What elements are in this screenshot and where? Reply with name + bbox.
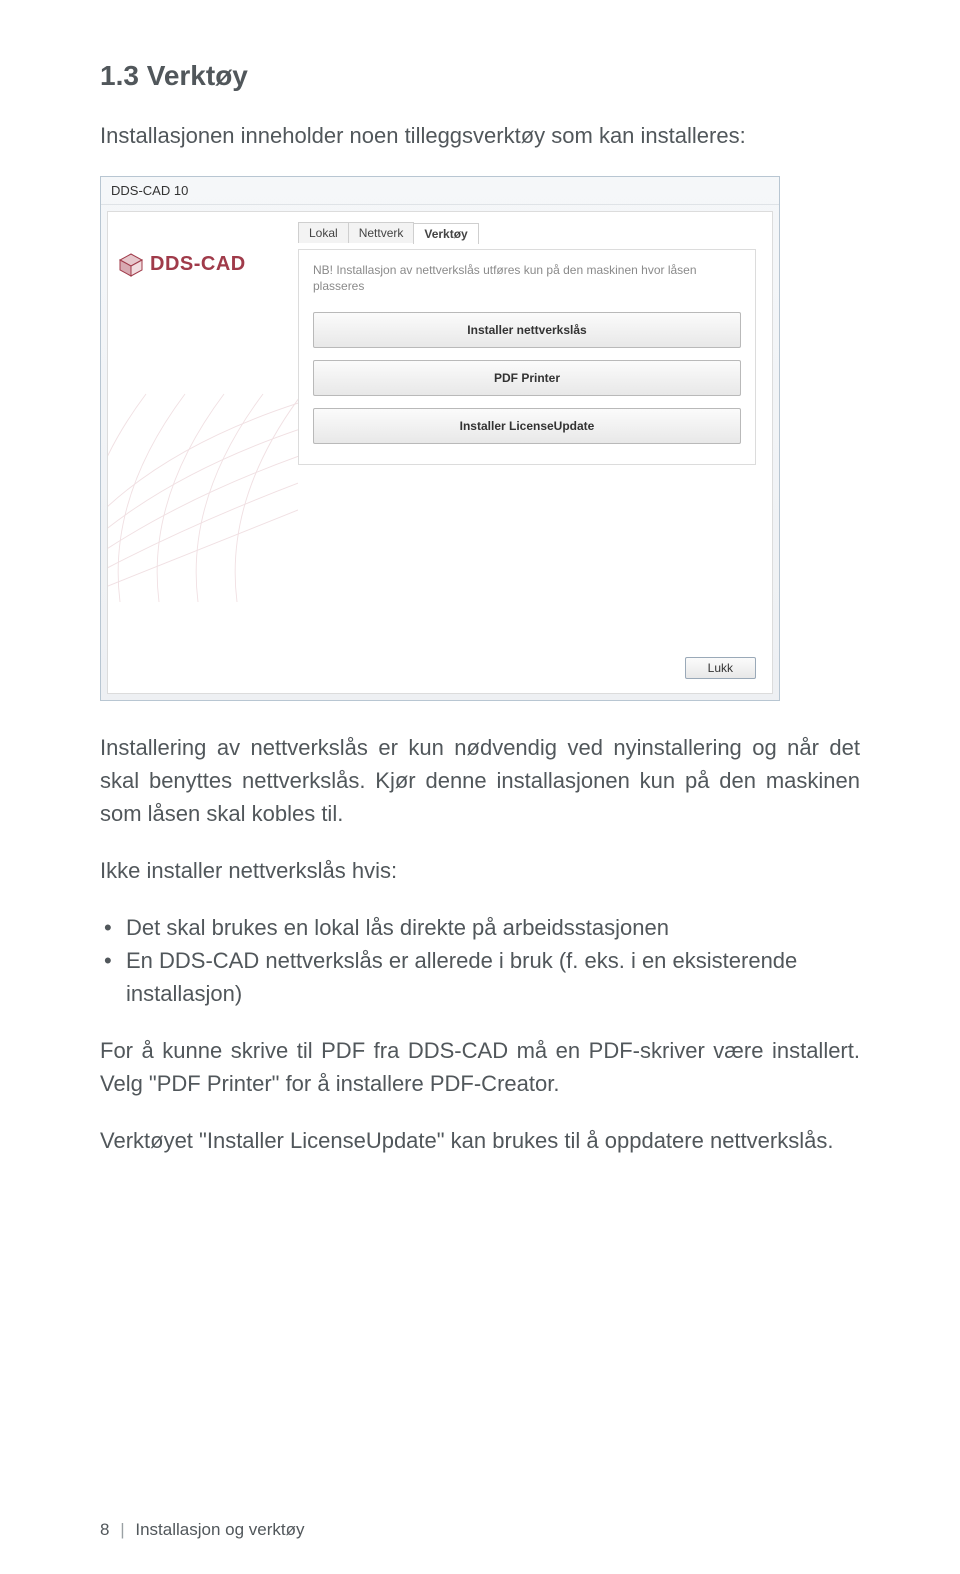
cube-icon (118, 252, 144, 278)
brand-logo: DDS-CAD (118, 252, 288, 278)
footer-title: Installasjon og verktøy (135, 1520, 304, 1539)
tab-nettverk[interactable]: Nettverk (348, 222, 415, 243)
page-number: 8 (100, 1520, 109, 1539)
close-button[interactable]: Lukk (685, 657, 756, 679)
page-footer: 8 | Installasjon og verktøy (100, 1520, 305, 1540)
intro-text: Installasjonen inneholder noen tilleggsv… (100, 120, 860, 152)
installer-dialog: DDS-CAD 10 DDS-CAD (100, 176, 780, 701)
list-item: En DDS-CAD nettverkslås er allerede i br… (100, 944, 860, 1010)
dialog-title: DDS-CAD 10 (101, 177, 779, 205)
brand-column: DDS-CAD (108, 212, 298, 645)
tab-verktoy[interactable]: Verktøy (413, 223, 478, 244)
notice-text: NB! Installasjon av nettverkslås utføres… (313, 262, 741, 294)
footer-separator: | (120, 1520, 124, 1539)
tab-bar: Lokal Nettverk Verktøy (298, 222, 756, 243)
paragraph-2: Ikke installer nettverkslås hvis: (100, 854, 860, 887)
tab-panel: NB! Installasjon av nettverkslås utføres… (298, 249, 756, 465)
paragraph-1: Installering av nettverkslås er kun nødv… (100, 731, 860, 830)
list-item: Det skal brukes en lokal lås direkte på … (100, 911, 860, 944)
pdf-printer-button[interactable]: PDF Printer (313, 360, 741, 396)
brand-text: DDS-CAD (150, 253, 246, 276)
section-heading: 1.3 Verktøy (100, 60, 860, 92)
paragraph-3: For å kunne skrive til PDF fra DDS-CAD m… (100, 1034, 860, 1100)
install-licenseupdate-button[interactable]: Installer LicenseUpdate (313, 408, 741, 444)
tab-lokal[interactable]: Lokal (298, 222, 349, 243)
paragraph-4: Verktøyet "Installer LicenseUpdate" kan … (100, 1124, 860, 1157)
bullet-list: Det skal brukes en lokal lås direkte på … (100, 911, 860, 1010)
mesh-decoration (108, 342, 298, 602)
install-nettverkslaas-button[interactable]: Installer nettverkslås (313, 312, 741, 348)
